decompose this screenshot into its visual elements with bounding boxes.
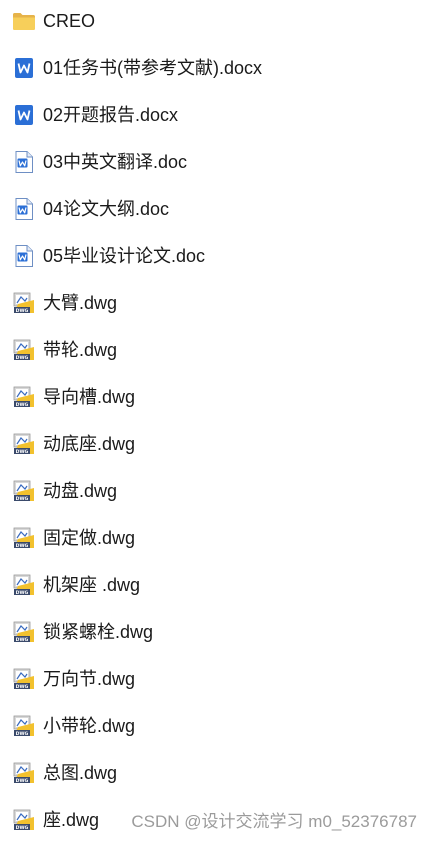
file-name: 锁紧螺栓.dwg	[43, 622, 154, 642]
watermark: CSDN @设计交流学习 m0_52376787	[131, 812, 417, 831]
file-name: 01任务书(带参考文献).docx	[43, 58, 263, 78]
dwg-file-icon: DWG	[12, 385, 36, 409]
file-list-item[interactable]: CREO	[0, 1, 431, 41]
svg-text:DWG: DWG	[16, 590, 29, 596]
file-name: 机架座 .dwg	[43, 575, 141, 595]
dwg-file-icon: DWG	[12, 714, 36, 738]
dwg-file-icon: DWG	[12, 573, 36, 597]
file-name: 固定做.dwg	[43, 528, 136, 548]
svg-text:DWG: DWG	[16, 308, 29, 314]
file-name: 导向槽.dwg	[43, 387, 136, 407]
file-name: 小带轮.dwg	[43, 716, 136, 736]
svg-text:DWG: DWG	[16, 825, 29, 831]
svg-text:DWG: DWG	[16, 731, 29, 737]
file-list-item[interactable]: 04论文大纲.doc	[0, 189, 431, 229]
dwg-file-icon: DWG	[12, 620, 36, 644]
file-name: 02开题报告.docx	[43, 105, 179, 125]
file-list-item[interactable]: DWG 固定做.dwg	[0, 518, 431, 558]
file-name: CREO	[43, 11, 96, 31]
file-list-item[interactable]: 05毕业设计论文.doc	[0, 236, 431, 276]
svg-text:DWG: DWG	[16, 496, 29, 502]
word-doc-icon	[12, 244, 36, 268]
dwg-file-icon: DWG	[12, 291, 36, 315]
file-list-item[interactable]: 01任务书(带参考文献).docx	[0, 48, 431, 88]
file-name: 03中英文翻译.doc	[43, 152, 188, 172]
file-list-item[interactable]: DWG 带轮.dwg	[0, 330, 431, 370]
word-doc-icon	[12, 150, 36, 174]
file-list-item[interactable]: 03中英文翻译.doc	[0, 142, 431, 182]
file-list-item[interactable]: DWG 小带轮.dwg	[0, 706, 431, 746]
file-name: 动盘.dwg	[43, 481, 118, 501]
file-list-item[interactable]: DWG 导向槽.dwg	[0, 377, 431, 417]
svg-text:DWG: DWG	[16, 402, 29, 408]
dwg-file-icon: DWG	[12, 761, 36, 785]
dwg-file-icon: DWG	[12, 667, 36, 691]
file-name: 带轮.dwg	[43, 340, 118, 360]
word-doc-icon	[12, 197, 36, 221]
dwg-file-icon: DWG	[12, 338, 36, 362]
file-list-item[interactable]: 02开题报告.docx	[0, 95, 431, 135]
dwg-file-icon: DWG	[12, 808, 36, 832]
file-name: 大臂.dwg	[43, 293, 118, 313]
file-name: 04论文大纲.doc	[43, 199, 170, 219]
svg-text:DWG: DWG	[16, 684, 29, 690]
word-docx-icon	[12, 103, 36, 127]
file-name: 05毕业设计论文.doc	[43, 246, 206, 266]
dwg-file-icon: DWG	[12, 432, 36, 456]
svg-text:DWG: DWG	[16, 778, 29, 784]
svg-text:DWG: DWG	[16, 449, 29, 455]
svg-text:DWG: DWG	[16, 543, 29, 549]
file-list-item[interactable]: DWG 大臂.dwg	[0, 283, 431, 323]
dwg-file-icon: DWG	[12, 479, 36, 503]
file-list-item[interactable]: DWG 万向节.dwg	[0, 659, 431, 699]
dwg-file-icon: DWG	[12, 526, 36, 550]
word-docx-icon	[12, 56, 36, 80]
file-name: 万向节.dwg	[43, 669, 136, 689]
file-name: 总图.dwg	[43, 763, 118, 783]
file-list-item[interactable]: DWG 总图.dwg	[0, 753, 431, 793]
file-name: 动底座.dwg	[43, 434, 136, 454]
svg-text:DWG: DWG	[16, 355, 29, 361]
file-list-item[interactable]: DWG 机架座 .dwg	[0, 565, 431, 605]
file-list-item[interactable]: DWG 动盘.dwg	[0, 471, 431, 511]
file-list-item[interactable]: DWG 锁紧螺栓.dwg	[0, 612, 431, 652]
file-list-item[interactable]: DWG 动底座.dwg	[0, 424, 431, 464]
folder-icon	[12, 9, 36, 33]
file-name: 座.dwg	[43, 810, 100, 830]
svg-text:DWG: DWG	[16, 637, 29, 643]
